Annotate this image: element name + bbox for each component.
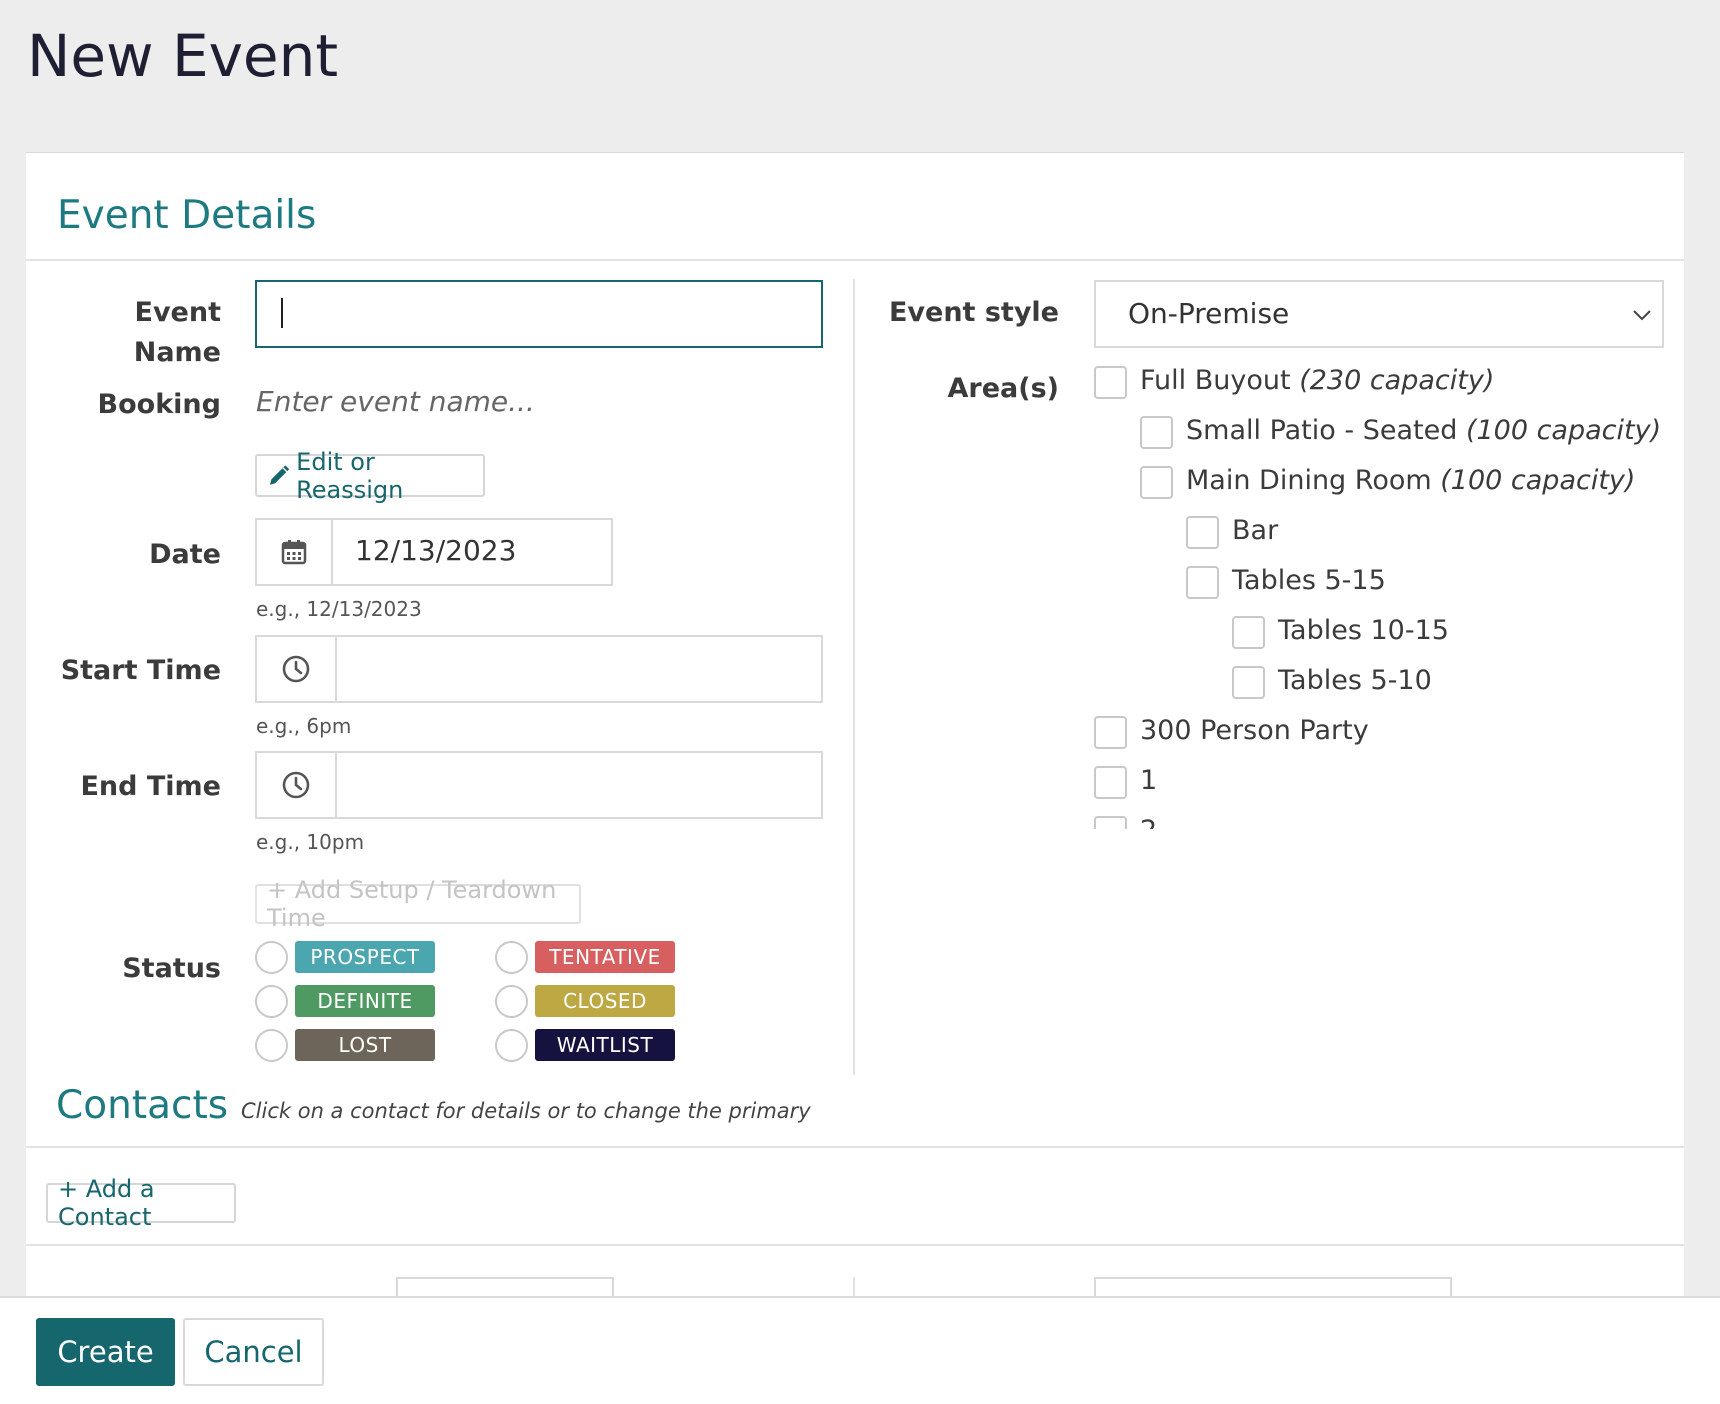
date-hint: e.g., 12/13/2023 [256, 597, 422, 621]
event-style-label: Event style [888, 297, 1059, 328]
booking-label: Booking [97, 389, 221, 420]
divider [26, 259, 1684, 261]
area-label-tables-10-15[interactable]: Tables 10-15 [1278, 615, 1449, 646]
start-time-hint: e.g., 6pm [256, 714, 352, 738]
area-checkbox-main-dining-room[interactable] [1140, 466, 1173, 499]
area-label-small-patio[interactable]: Small Patio - Seated (100 capacity) [1186, 415, 1661, 446]
area-checkbox-small-patio[interactable] [1140, 416, 1173, 449]
clock-addon[interactable] [257, 753, 337, 817]
event-style-value: On-Premise [1128, 297, 1290, 330]
calendar-addon[interactable] [257, 520, 333, 584]
area-checkbox-tables-5-15[interactable] [1186, 566, 1219, 599]
status-radio-closed[interactable] [495, 985, 528, 1018]
area-label-main-dining-room[interactable]: Main Dining Room (100 capacity) [1186, 465, 1635, 496]
partial-field[interactable] [1094, 1277, 1452, 1296]
form-footer: Create Cancel [0, 1296, 1720, 1404]
divider [26, 1244, 1684, 1246]
contacts-subtitle: Click on a contact for details or to cha… [241, 1099, 811, 1123]
event-form-card: Event Details Event Name Booking Enter e… [26, 152, 1684, 1296]
column-divider [853, 279, 855, 1075]
area-label-full-buyout[interactable]: Full Buyout (230 capacity) [1140, 365, 1494, 396]
area-label-tables-5-10[interactable]: Tables 5-10 [1278, 665, 1432, 696]
status-label: Status [122, 953, 221, 984]
clock-icon [282, 655, 310, 683]
create-button[interactable]: Create [36, 1318, 175, 1386]
status-radio-definite[interactable] [255, 985, 288, 1018]
booking-placeholder: Enter event name... [256, 385, 535, 418]
add-contact-button[interactable]: + Add a Contact [46, 1175, 236, 1231]
status-radio-prospect[interactable] [255, 941, 288, 974]
area-checkbox-tables-10-15[interactable] [1232, 616, 1265, 649]
status-badge-closed[interactable]: CLOSED [535, 985, 675, 1017]
event-name-input[interactable] [255, 280, 823, 348]
area-checkbox-1[interactable] [1094, 766, 1127, 799]
status-badge-definite[interactable]: DEFINITE [295, 985, 435, 1017]
clock-icon [282, 771, 310, 799]
divider [26, 1146, 1684, 1148]
start-time-input[interactable] [255, 635, 823, 703]
area-label-bar[interactable]: Bar [1232, 515, 1278, 546]
area-checkbox-bar[interactable] [1186, 516, 1219, 549]
area-label-1[interactable]: 1 [1140, 765, 1157, 796]
text-caret [281, 298, 283, 328]
pencil-icon [269, 464, 290, 485]
end-time-input[interactable] [255, 751, 823, 819]
status-badge-tentative[interactable]: TENTATIVE [535, 941, 675, 973]
calendar-icon [281, 540, 307, 565]
areas-label: Area(s) [947, 373, 1060, 404]
event-style-select[interactable]: On-Premise [1094, 280, 1664, 348]
status-radio-tentative[interactable] [495, 941, 528, 974]
area-label-300-person-party[interactable]: 300 Person Party [1140, 715, 1369, 746]
add-setup-teardown-button[interactable]: + Add Setup / Teardown Time [255, 876, 581, 932]
clock-addon[interactable] [257, 637, 337, 701]
end-time-label: End Time [80, 771, 221, 802]
status-radio-waitlist[interactable] [495, 1029, 528, 1062]
column-divider [853, 1277, 855, 1296]
status-radio-lost[interactable] [255, 1029, 288, 1062]
edit-reassign-button[interactable]: Edit or Reassign [255, 448, 485, 504]
status-badge-prospect[interactable]: PROSPECT [295, 941, 435, 973]
page-title: New Event [27, 22, 339, 90]
start-time-label: Start Time [60, 655, 221, 686]
chevron-down-icon [1633, 310, 1651, 321]
status-badge-waitlist[interactable]: WAITLIST [535, 1029, 675, 1061]
event-name-label: Event Name [133, 297, 221, 368]
areas-scroll-mask [1086, 829, 1666, 979]
status-badge-lost[interactable]: LOST [295, 1029, 435, 1061]
date-input[interactable]: 12/13/2023 [255, 518, 613, 586]
partial-field[interactable] [396, 1277, 614, 1296]
date-label: Date [149, 539, 221, 570]
contacts-heading: Contacts [56, 1083, 229, 1128]
area-checkbox-full-buyout[interactable] [1094, 366, 1127, 399]
event-details-heading: Event Details [57, 193, 317, 238]
end-time-hint: e.g., 10pm [256, 830, 365, 854]
date-value: 12/13/2023 [355, 534, 517, 567]
area-checkbox-300-person-party[interactable] [1094, 716, 1127, 749]
cancel-button[interactable]: Cancel [183, 1318, 324, 1386]
area-checkbox-tables-5-10[interactable] [1232, 666, 1265, 699]
area-label-tables-5-15[interactable]: Tables 5-15 [1232, 565, 1386, 596]
